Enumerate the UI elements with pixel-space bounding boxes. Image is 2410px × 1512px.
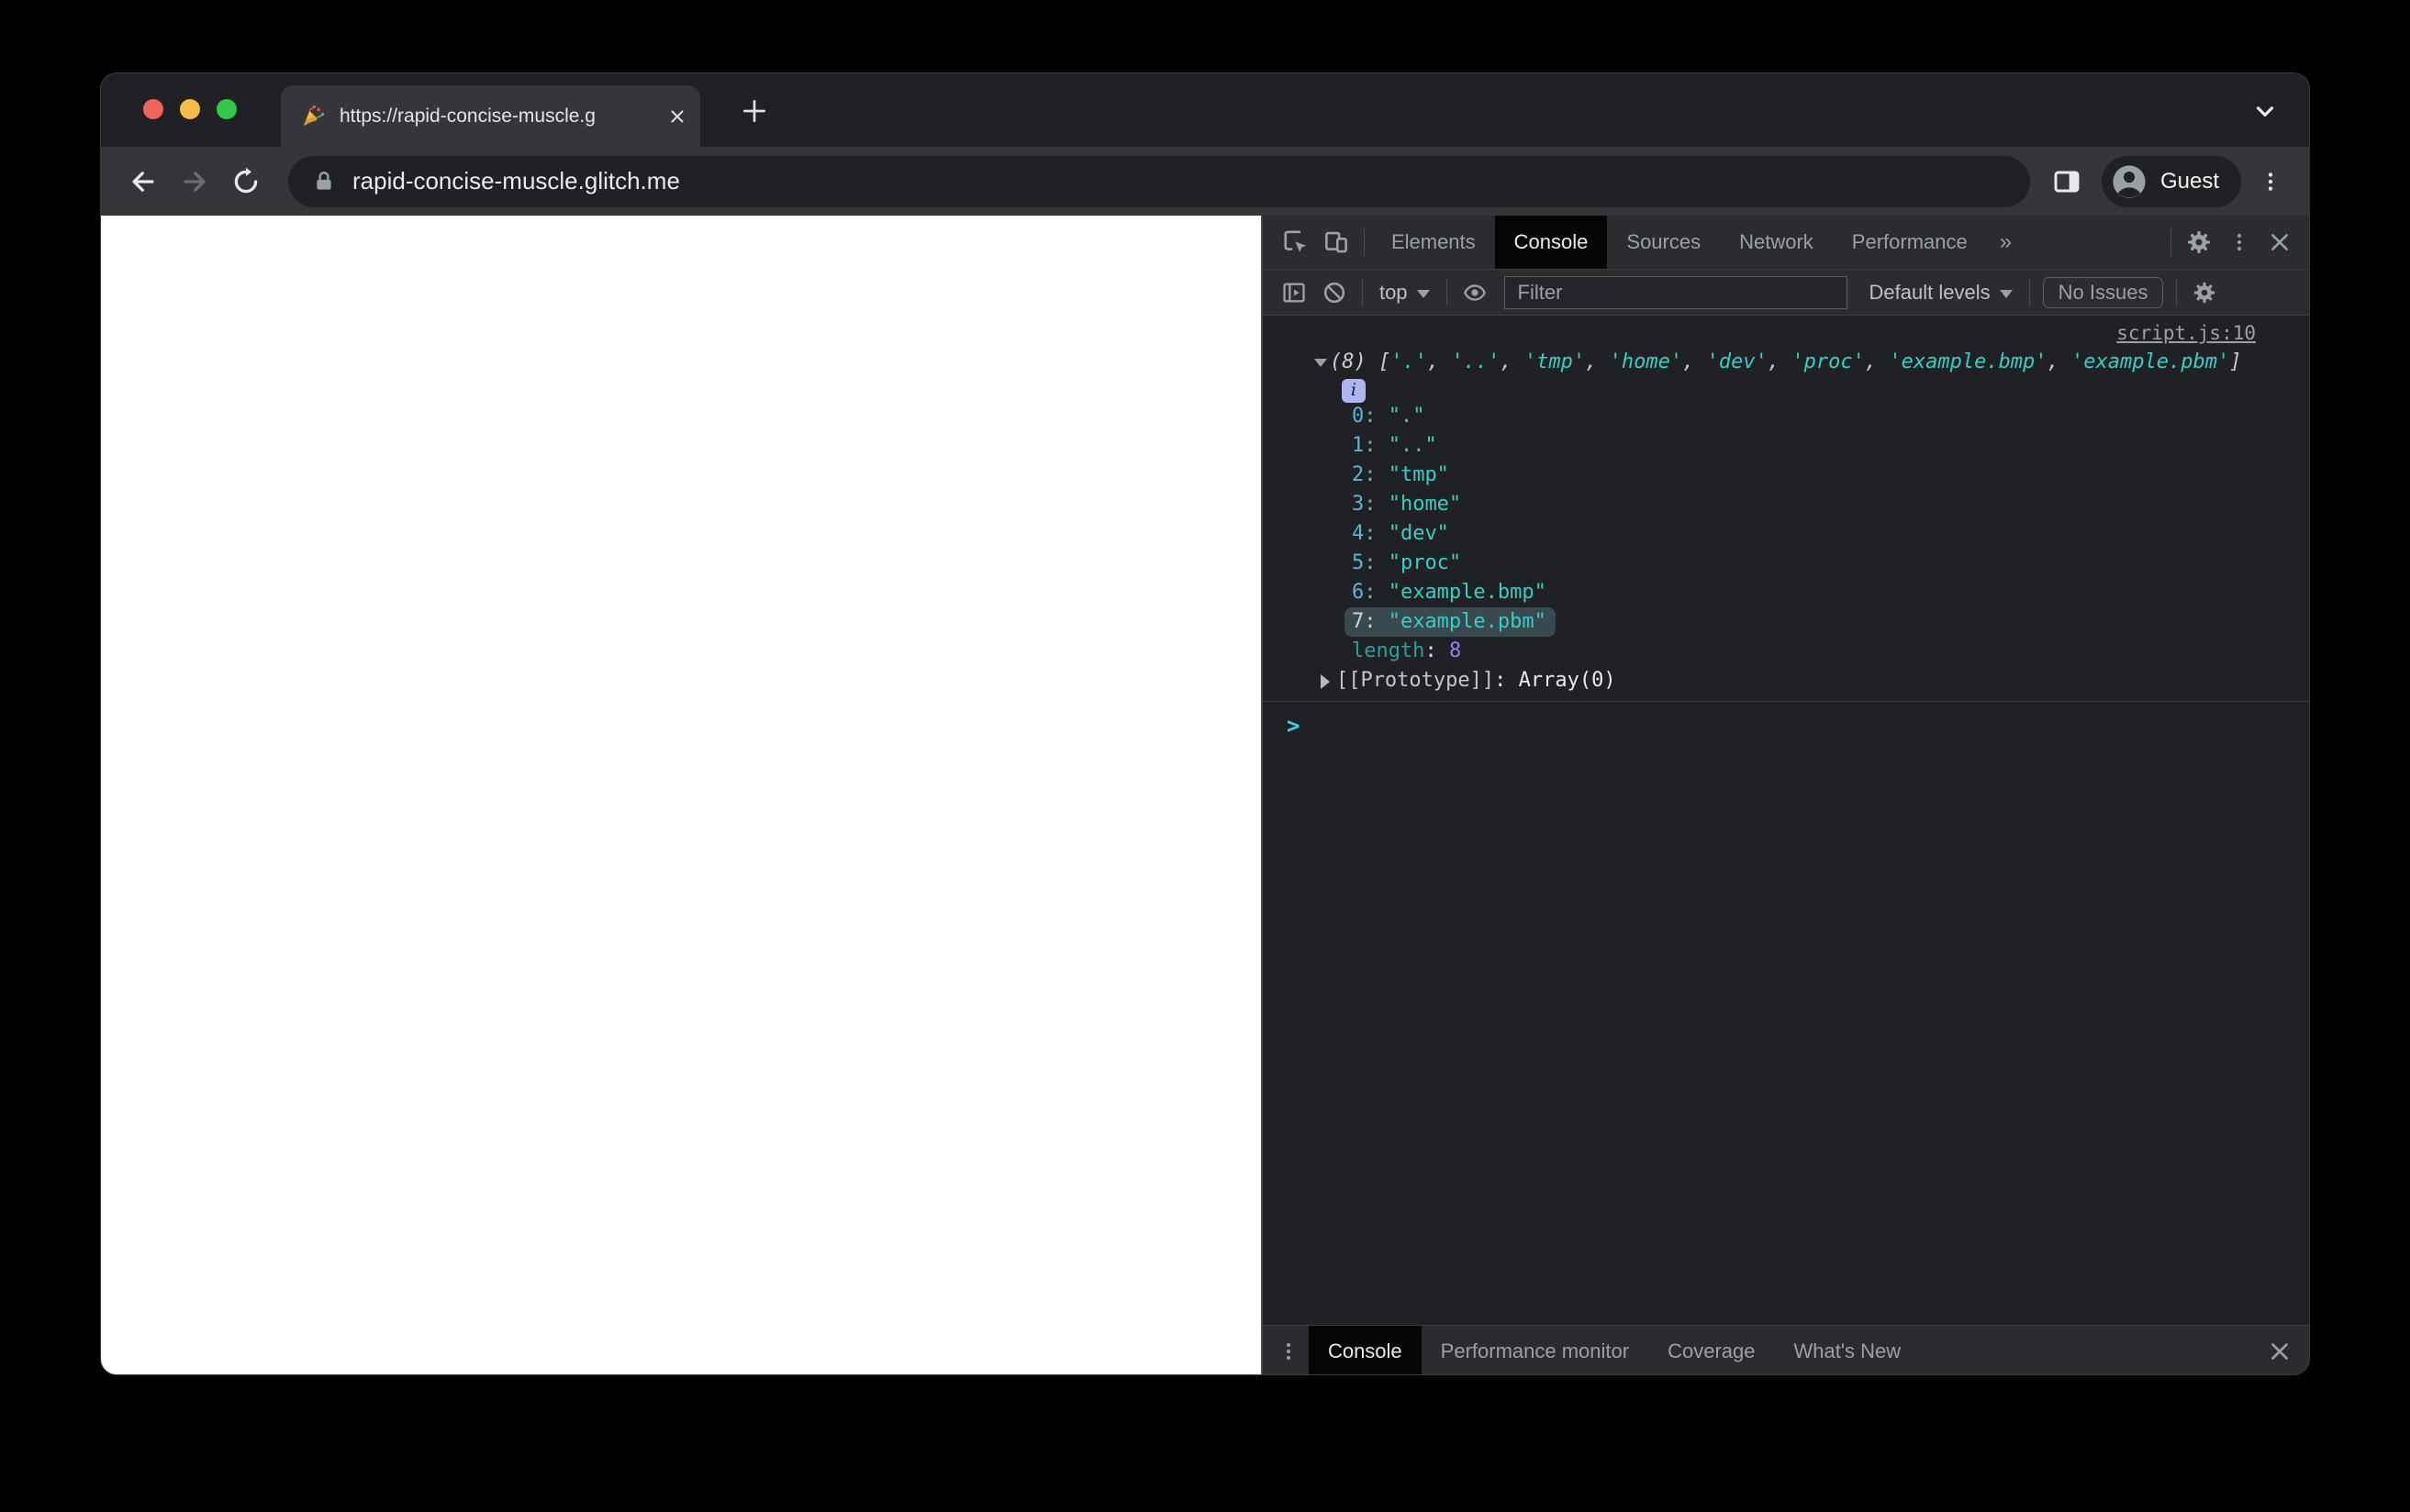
devtools-tab-elements[interactable]: Elements	[1372, 216, 1495, 269]
live-expression-eye-icon[interactable]	[1455, 272, 1495, 313]
forward-button[interactable]	[173, 160, 217, 204]
desktop-background: https://rapid-concise-muscle.g rapid-con…	[0, 0, 2410, 1512]
drawer-tab-coverage[interactable]: Coverage	[1648, 1326, 1774, 1374]
length-label: length	[1351, 639, 1425, 662]
minimize-window-button[interactable]	[180, 99, 200, 119]
highlighted-array-item: 7: "example.pbm"	[1344, 607, 1556, 637]
clear-console-icon[interactable]	[1314, 272, 1355, 313]
browser-tab[interactable]: https://rapid-concise-muscle.g	[281, 85, 700, 147]
browser-menu-icon[interactable]	[2252, 160, 2289, 204]
filter-input[interactable]	[1503, 275, 1847, 309]
url-bar[interactable]: rapid-concise-muscle.glitch.me	[288, 155, 2030, 207]
prototype-value: Array(0)	[1518, 669, 1616, 692]
tab-title: https://rapid-concise-muscle.g	[340, 105, 662, 128]
more-tabs-icon[interactable]: »	[1987, 229, 2025, 255]
no-issues-button[interactable]: No Issues	[2042, 276, 2164, 308]
lock-icon	[312, 170, 336, 194]
devtools-settings-gear-icon[interactable]	[2179, 222, 2219, 262]
dropdown-arrow-icon	[1416, 289, 1430, 298]
drawer-tab-performance-monitor[interactable]: Performance monitor	[1422, 1326, 1648, 1374]
console-messages: script.js:10 (8) ['.', '..', 'tmp', 'hom…	[1262, 316, 2309, 1325]
close-window-button[interactable]	[143, 99, 163, 119]
log-levels-selector[interactable]: Default levels	[1860, 281, 2022, 305]
devtools-tab-performance[interactable]: Performance	[1833, 216, 1987, 269]
array-item-row: 3: "home"	[1351, 493, 1462, 516]
devtools-menu-icon[interactable]	[2219, 222, 2259, 262]
dropdown-arrow-icon	[1999, 289, 2013, 298]
side-panel-icon[interactable]	[2043, 160, 2091, 204]
tab-strip: https://rapid-concise-muscle.g	[101, 73, 2309, 147]
browser-toolbar: rapid-concise-muscle.glitch.me Guest	[101, 147, 2309, 216]
length-value: 8	[1448, 639, 1462, 662]
array-length-row: length: 8	[1351, 639, 1462, 662]
prototype-label: [[Prototype]]	[1335, 669, 1495, 692]
party-popper-favicon-icon	[299, 103, 327, 130]
devtools-tabbar-tabs: Elements Console Sources Network Performance	[1372, 216, 1987, 269]
reload-button[interactable]	[224, 160, 268, 204]
profile-name: Guest	[2159, 168, 2219, 194]
console-toolbar: top Default levels No	[1262, 270, 2309, 316]
drawer-close-icon[interactable]	[2259, 1331, 2300, 1372]
array-item-row: 5: "proc"	[1351, 551, 1462, 574]
array-item-row: 6: "example.bmp"	[1351, 581, 1546, 604]
drawer-tab-console[interactable]: Console	[1308, 1326, 1422, 1374]
collapse-triangle-icon[interactable]	[1313, 359, 1327, 367]
tab-search-chevron-icon[interactable]	[2247, 94, 2283, 128]
array-item-row: 2: "tmp"	[1351, 463, 1449, 486]
page-viewport	[101, 216, 1261, 1374]
tab-close-icon[interactable]	[667, 106, 687, 127]
profile-button[interactable]: Guest	[2101, 155, 2241, 207]
array-items: 0: "." 1: ".." 2: "tmp" 3: "home" 4: "dev" 5:…	[1263, 402, 2309, 637]
window-controls	[143, 99, 237, 119]
array-preview-text: (8) ['.', '..', 'tmp', 'home', 'dev', 'p…	[1329, 350, 2242, 373]
console-prompt[interactable]: >	[1263, 702, 2309, 744]
array-item-row: 0: "."	[1351, 405, 1425, 428]
console-info-row: i	[1263, 377, 2309, 403]
zoom-window-button[interactable]	[217, 99, 237, 119]
inspect-element-icon[interactable]	[1276, 222, 1316, 262]
new-tab-button[interactable]	[734, 94, 775, 128]
drawer-tabs: Console Performance monitor Coverage What's…	[1308, 1326, 1920, 1374]
devtools-panel: Elements Console Sources Network Performance…	[1260, 216, 2309, 1374]
console-sidebar-icon[interactable]	[1274, 272, 1314, 313]
prompt-chevron-icon: >	[1286, 713, 1300, 739]
drawer-menu-icon[interactable]	[1268, 1331, 1309, 1372]
url-text: rapid-concise-muscle.glitch.me	[352, 167, 680, 195]
array-item-row: 4: "dev"	[1351, 522, 1449, 545]
devtools-tab-console[interactable]: Console	[1494, 216, 1608, 269]
devtools-close-icon[interactable]	[2259, 222, 2300, 262]
back-button[interactable]	[121, 160, 165, 204]
device-toolbar-icon[interactable]	[1316, 222, 1356, 262]
console-message: script.js:10 (8) ['.', '..', 'tmp', 'hom…	[1262, 316, 2309, 702]
prototype-row: [[Prototype]]: Array(0)	[1263, 666, 2309, 695]
devtools-tab-network[interactable]: Network	[1720, 216, 1833, 269]
devtools-tab-sources[interactable]: Sources	[1607, 216, 1720, 269]
devtools-drawer: Console Performance monitor Coverage What's…	[1262, 1325, 2309, 1374]
expand-triangle-icon[interactable]	[1320, 674, 1330, 689]
drawer-tab-what-s-new[interactable]: What's New	[1774, 1326, 1920, 1374]
array-item-row: 7: "example.pbm"	[1263, 607, 2309, 637]
info-badge-icon: i	[1341, 379, 1366, 403]
divider	[1361, 278, 1363, 306]
console-settings-gear-icon[interactable]	[2184, 272, 2225, 313]
source-link[interactable]: script.js:10	[2116, 322, 2256, 344]
tab-title-fade	[597, 105, 662, 128]
avatar-icon	[2109, 161, 2149, 202]
devtools-tabbar: Elements Console Sources Network Performance…	[1262, 216, 2309, 270]
array-item-row: 1: ".."	[1351, 434, 1437, 457]
divider	[1445, 278, 1447, 306]
divider	[1363, 228, 1365, 256]
divider	[2176, 278, 2178, 306]
browser-window: https://rapid-concise-muscle.g rapid-con…	[100, 72, 2310, 1375]
divider	[2028, 278, 2030, 306]
context-selector[interactable]: top	[1370, 281, 1439, 305]
divider	[2170, 228, 2171, 256]
array-preview-row: (8) ['.', '..', 'tmp', 'home', 'dev', 'p…	[1263, 348, 2309, 377]
